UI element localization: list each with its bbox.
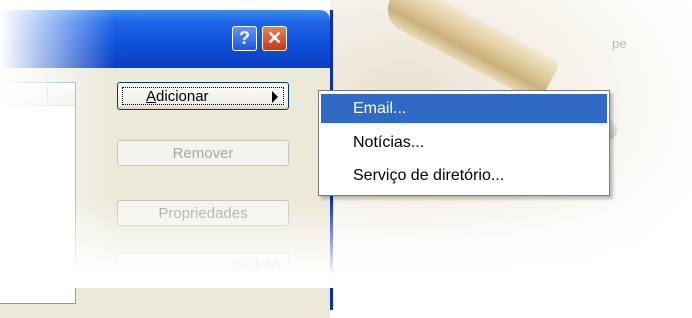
add-submenu: Email... Notícias... Serviço de diretóri… [318, 90, 610, 196]
help-button[interactable]: ? [232, 26, 257, 51]
column-divider[interactable] [47, 86, 48, 102]
question-mark-icon: ? [239, 28, 250, 48]
focus-rectangle [122, 87, 284, 105]
background-text: pe [612, 36, 627, 51]
remove-button[interactable]: Remover [117, 140, 289, 166]
accounts-list[interactable] [0, 82, 76, 304]
list-header [0, 83, 75, 106]
close-icon: ✕ [266, 28, 283, 48]
set-default-button[interactable]: padrão [117, 252, 289, 278]
add-button[interactable]: Adicionar [117, 82, 289, 110]
menu-item-directory-service[interactable]: Serviço de diretório... [321, 161, 607, 190]
menu-item-news[interactable]: Notícias... [321, 128, 607, 157]
menu-item-email[interactable]: Email... [321, 94, 607, 123]
close-button[interactable]: ✕ [262, 26, 287, 51]
properties-button[interactable]: Propriedades [117, 200, 289, 226]
title-bar: ? ✕ [0, 10, 330, 68]
submenu-arrow-icon [272, 91, 278, 103]
